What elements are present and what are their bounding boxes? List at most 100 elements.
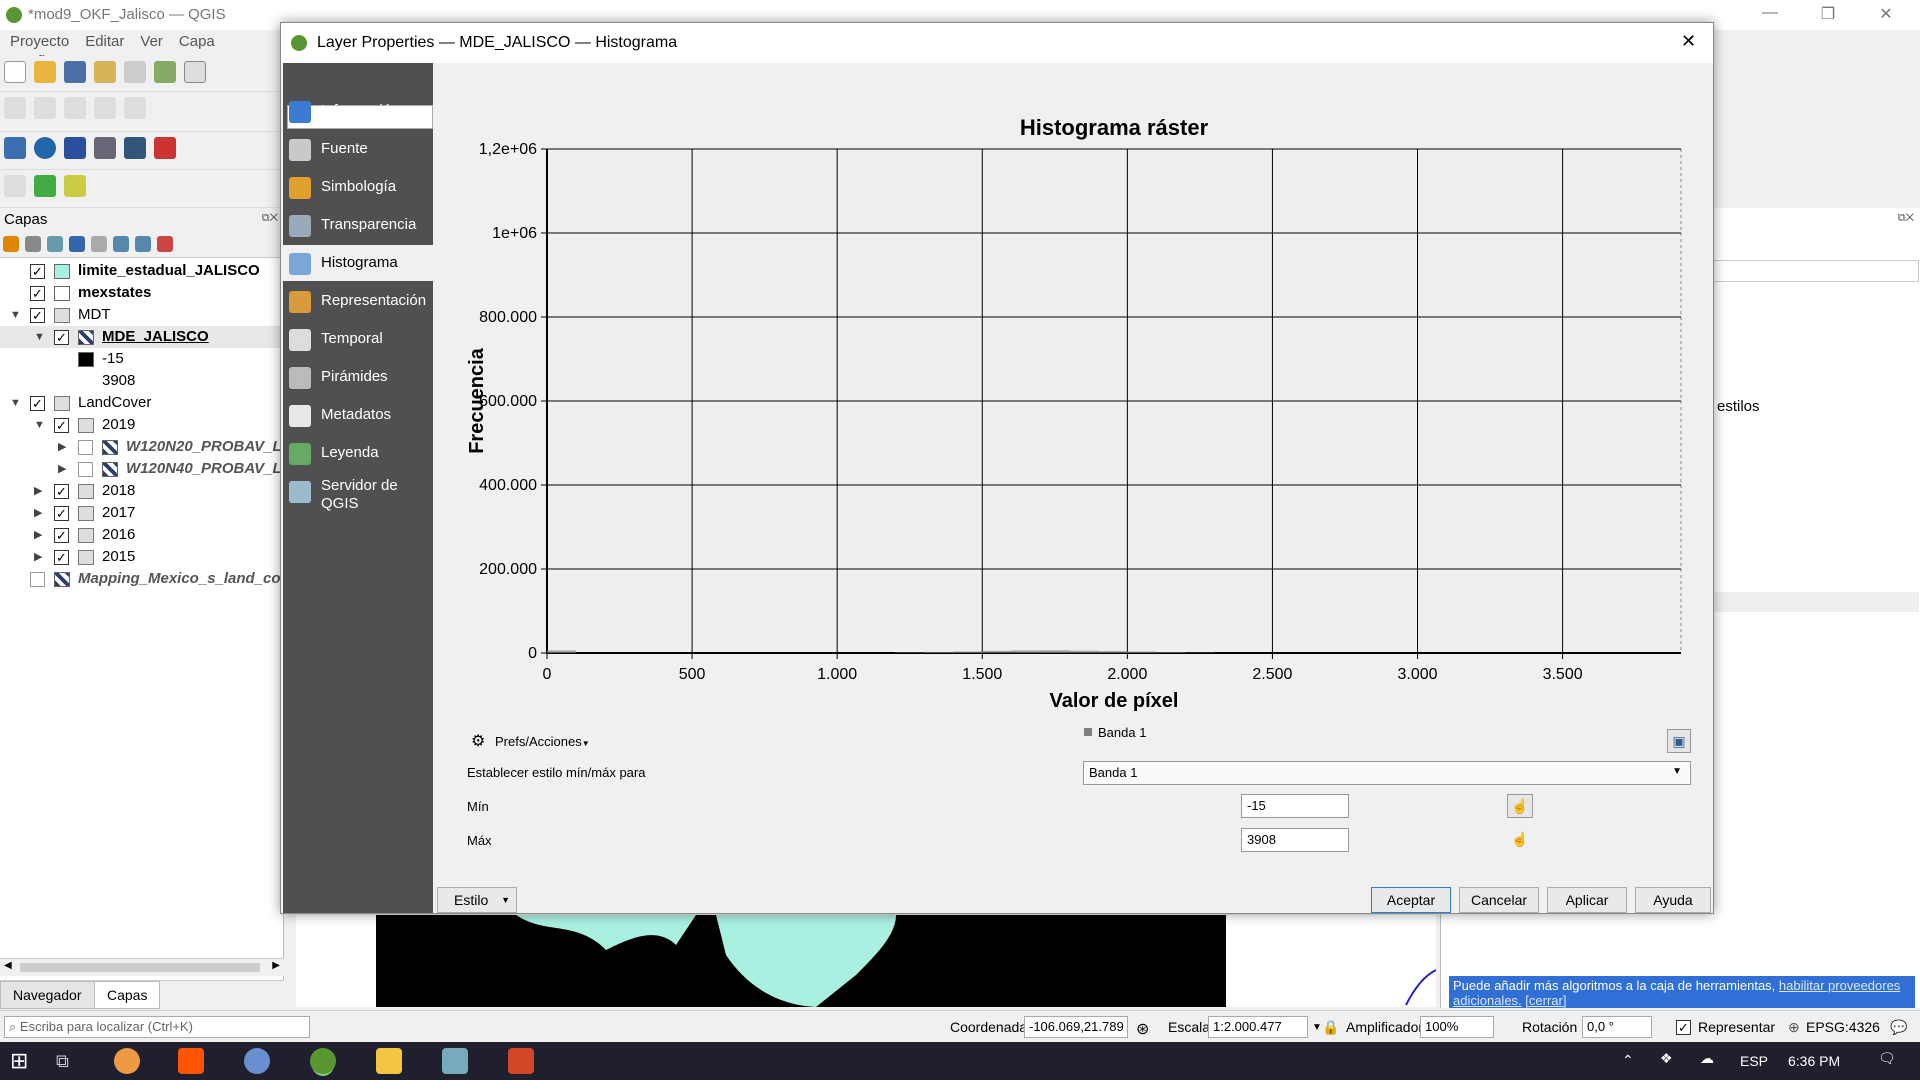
brave-icon[interactable] [178,1048,204,1074]
restore-icon[interactable]: ❐ [1808,4,1848,24]
layer-visibility-checkbox[interactable]: ✓ [54,550,69,565]
pan-hand-icon[interactable] [184,61,206,83]
sidebar-item-pyramid[interactable]: Pirámides [283,359,433,395]
extents-toggle-icon[interactable]: ⊛ [1136,1019,1149,1039]
expand-arrow-icon[interactable]: ▶ [34,524,42,546]
coord-field[interactable]: -106.069,21.789 [1024,1016,1128,1038]
layer-tree-item[interactable]: 3908 [0,370,284,392]
add-feature-icon[interactable] [94,97,116,119]
prefs-icon[interactable]: ⚙ [471,731,485,751]
new-project-icon[interactable] [4,61,26,83]
python-icon[interactable] [4,137,26,159]
expand-arrow-icon[interactable]: ▶ [34,502,42,524]
magnifier-field[interactable]: 100% [1420,1016,1494,1038]
file-explorer-icon[interactable] [376,1048,402,1074]
layer-tree-item[interactable]: Mapping_Mexico_s_land_cove [0,568,284,590]
layout-manager-icon[interactable] [124,61,146,83]
expand-arrow-icon[interactable]: ▼ [34,414,45,436]
layer-visibility-checkbox[interactable]: ✓ [54,418,69,433]
globe-icon[interactable] [34,137,56,159]
panel-float-close-icon[interactable]: ⧉✕ [262,212,278,225]
notifications-icon[interactable]: 🗨 [1878,1050,1896,1067]
min-input[interactable]: -15 [1241,794,1349,818]
sidebar-item-info[interactable]: Información [283,93,433,129]
layer-visibility-checkbox[interactable]: ✓ [30,308,45,323]
sidebar-item-paintbrush[interactable]: Representación [283,283,433,319]
layer-visibility-checkbox[interactable]: ✓ [54,528,69,543]
layer-visibility-checkbox[interactable]: ✓ [54,330,69,345]
sidebar-item-brush[interactable]: Simbología [283,169,433,205]
expand-arrow-icon[interactable]: ▼ [34,326,45,348]
scp-icon[interactable] [64,137,86,159]
menu-ver[interactable]: Ver [130,30,169,50]
style-layer-icon[interactable] [3,236,19,252]
layer-tree-item[interactable]: ✓ limite_estadual_JALISCO [0,260,284,282]
menu-proyecto[interactable]: Proyecto [0,30,75,50]
pick-min-icon[interactable]: ☝ [1507,794,1533,818]
expand-arrow-icon[interactable]: ▼ [10,304,21,326]
layer-visibility-checkbox[interactable]: ✓ [54,484,69,499]
help-button[interactable]: Ayuda [1635,887,1711,913]
right-panel-close-icon[interactable]: ⧉✕ [1898,212,1914,225]
layer-visibility-checkbox[interactable]: ✓ [30,286,45,301]
layer-visibility-checkbox[interactable]: ✓ [30,264,45,279]
expand-arrow-icon[interactable]: ▶ [34,480,42,502]
sidebar-item-legend[interactable]: Leyenda [283,435,433,471]
expand-arrow-icon[interactable]: ▼ [10,392,21,414]
style-manager-icon[interactable] [154,61,176,83]
scroll-left-icon[interactable]: ◀ [4,960,12,971]
filter-icon[interactable] [69,236,85,252]
tray-up-icon[interactable]: ⌃ [1622,1052,1634,1069]
help-icon[interactable] [124,137,146,159]
visibility-icon[interactable] [47,236,63,252]
menu-editar[interactable]: Editar [75,30,130,50]
layer-tree-item[interactable]: ▼ ✓ MDE_JALISCO [0,326,284,348]
layer-visibility-checkbox[interactable] [78,440,93,455]
tab-navegador[interactable]: Navegador [0,981,95,1009]
tab-capas[interactable]: Capas [94,981,161,1009]
layer-tree-item[interactable]: ✓ mexstates [0,282,284,304]
close-window-icon[interactable]: ✕ [1866,4,1906,24]
layer-tree-item[interactable]: ▶ W120N40_PROBAV_L [0,458,284,480]
crs-label[interactable]: EPSG:4326 [1806,1019,1880,1035]
sidebar-item-transparency[interactable]: Transparencia [283,207,433,243]
locate-input[interactable]: ⌕ Escriba para localizar (Ctrl+K) [4,1016,310,1038]
layer-visibility-checkbox[interactable]: ✓ [54,506,69,521]
scroll-thumb[interactable] [20,963,260,972]
cancel-button[interactable]: Cancelar [1459,887,1539,913]
select-icon[interactable] [4,175,26,197]
expand-arrow-icon[interactable]: ▶ [58,436,66,458]
sidebar-item-server[interactable]: Servidor de QGIS [283,473,433,523]
layer-visibility-checkbox[interactable] [30,572,45,587]
apply-button[interactable]: Aplicar [1547,887,1627,913]
add-group-icon[interactable] [25,236,41,252]
remove-layer-icon[interactable] [157,236,173,252]
style-button[interactable]: Estilo ▼ [437,887,517,913]
edit-icon[interactable] [34,97,56,119]
layer-tree-item[interactable]: ▶ ✓ 2015 [0,546,284,568]
sidebar-item-clock[interactable]: Temporal [283,321,433,357]
layer-tree-item[interactable]: ▼ ✓ MDT [0,304,284,326]
move-feature-icon[interactable] [124,97,146,119]
clock[interactable]: 6:36 PM [1788,1053,1840,1069]
dialog-close-icon[interactable]: ✕ [1681,31,1696,52]
layer-tree-item[interactable]: ▶ ✓ 2018 [0,480,284,502]
sidebar-item-metadata[interactable]: Metadatos [283,397,433,433]
minimize-icon[interactable]: — [1750,4,1790,22]
prefs-actions-button[interactable]: Prefs/Acciones▼ [495,734,590,749]
rotation-field[interactable]: 0,0 ° [1582,1016,1652,1038]
digitize-icon[interactable] [4,97,26,119]
magnet-icon[interactable] [154,137,176,159]
expand-arrow-icon[interactable]: ▶ [58,458,66,480]
app-icon[interactable] [442,1048,468,1074]
r-icon[interactable] [244,1048,270,1074]
cloud-icon[interactable]: ☁ [1700,1050,1714,1067]
task-view-icon[interactable]: ⧉ [56,1048,82,1074]
open-project-icon[interactable] [34,61,56,83]
info-close-link[interactable]: [cerrar] [1525,993,1566,1008]
expression-filter-icon[interactable] [91,236,107,252]
pick-max-icon[interactable]: ☝ [1507,828,1533,852]
layer-tree-item[interactable]: ▼ ✓ LandCover [0,392,284,414]
tools-icon[interactable] [64,175,86,197]
search-zoom-icon[interactable] [34,175,56,197]
